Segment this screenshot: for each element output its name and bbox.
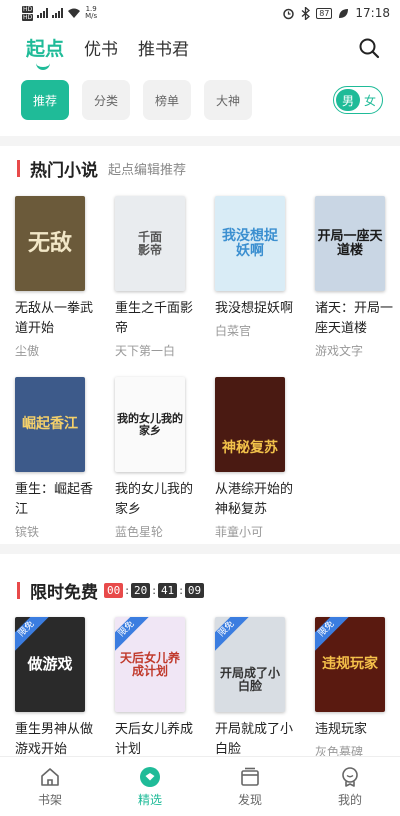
book-author: 游戏文字: [315, 344, 364, 358]
hot-section-header: 热门小说 起点编辑推荐: [17, 156, 186, 181]
status-bar: HD HD 1.9 M/s 87 17:18: [0, 0, 400, 26]
book-card[interactable]: 崛起香江 重生：崛起香江 镔铁: [15, 377, 93, 540]
book-card[interactable]: 限免 开局成了小白脸 开局就成了小白脸: [215, 617, 293, 760]
nav-label: 发现: [237, 792, 262, 807]
divider: [0, 544, 400, 554]
chip-recommend[interactable]: 推荐: [21, 80, 69, 120]
book-card[interactable]: 开局一座天道楼 诸天：开局一座天道楼 游戏文字: [315, 196, 393, 359]
book-title: 重生：崛起香江: [15, 482, 94, 517]
free-tag: 限免: [315, 617, 350, 653]
book-card[interactable]: 我没想捉妖啊 我没想捉妖啊 白菜官: [215, 196, 293, 339]
gender-male[interactable]: 男: [336, 89, 360, 111]
book-title: 重生男神从做游戏开始: [15, 722, 94, 757]
book-cover: 崛起香江: [15, 377, 85, 472]
bottom-nav: 书架 精选 发现 我的: [0, 756, 400, 816]
divider: [0, 136, 400, 146]
book-card[interactable]: 限免 天后女儿养成计划 天后女儿养成计划: [115, 617, 193, 760]
book-author: 菲童小可: [215, 525, 264, 539]
book-title: 重生之千面影帝: [115, 301, 194, 336]
timer-days: 00: [104, 583, 124, 598]
featured-icon: [140, 766, 160, 787]
book-cover: 神秘复苏: [215, 377, 285, 472]
home-icon: [41, 767, 59, 786]
section-subtitle: 起点编辑推荐: [108, 163, 187, 178]
nav-discover[interactable]: 发现: [200, 757, 300, 816]
gender-toggle[interactable]: 男 女: [333, 86, 383, 114]
bluetooth-icon: [301, 6, 311, 20]
book-author: 天下第一白: [115, 344, 176, 358]
book-cover: 开局一座天道楼: [315, 196, 385, 291]
book-title: 天后女儿养成计划: [115, 722, 194, 757]
profile-icon: [342, 766, 358, 787]
book-cover: 限免 开局成了小白脸: [215, 617, 285, 712]
tab-qidian[interactable]: 起点: [26, 34, 64, 70]
countdown-timer: 00 : 20 : 41 : 09: [104, 583, 205, 598]
book-cover: 限免 天后女儿养成计划: [115, 617, 185, 712]
wifi-icon: [68, 8, 81, 18]
timer-hours: 20: [130, 583, 151, 598]
book-author: 镔铁: [15, 525, 40, 539]
book-cover: 无敌: [15, 196, 85, 291]
book-card[interactable]: 限免 做游戏 重生男神从做游戏开始: [15, 617, 93, 760]
signal-icon: [37, 8, 49, 18]
nav-profile[interactable]: 我的: [300, 757, 400, 816]
chip-category[interactable]: 分类: [82, 80, 130, 120]
book-title: 诸天：开局一座天道楼: [315, 301, 394, 336]
tab-tuishujun[interactable]: 推书君: [138, 35, 189, 60]
book-title: 无敌从一拳武道开始: [15, 301, 94, 336]
search-icon[interactable]: [358, 37, 380, 59]
alarm-icon: [283, 8, 294, 19]
top-tabs: 起点 优书 推书君: [26, 34, 189, 70]
signal-icon-2: [52, 8, 64, 18]
book-cover: 限免 违规玩家: [315, 617, 385, 712]
book-card[interactable]: 我的女儿我的家乡 我的女儿我的家乡 蓝色星轮: [115, 377, 193, 540]
book-cover: 千面影帝: [115, 196, 185, 291]
book-card[interactable]: 千面影帝 重生之千面影帝 天下第一白: [115, 196, 193, 359]
free-tag: 限免: [15, 617, 50, 653]
book-cover: 我的女儿我的家乡: [115, 377, 185, 472]
free-section-header: 限时免费 00 : 20 : 41 : 09: [17, 578, 205, 603]
nav-label: 书架: [37, 792, 62, 807]
tab-youshu[interactable]: 优书: [84, 35, 118, 60]
section-marker: [17, 160, 20, 177]
book-card[interactable]: 神秘复苏 从港综开始的神秘复苏 菲童小可: [215, 377, 293, 540]
nav-label: 我的: [337, 792, 362, 807]
book-title: 从港综开始的神秘复苏: [215, 482, 294, 517]
book-cover: 限免 做游戏: [15, 617, 85, 712]
free-tag: 限免: [215, 617, 250, 653]
book-title: 我的女儿我的家乡: [115, 482, 194, 517]
clock: 17:18: [355, 6, 390, 20]
hd-icon: HD HD: [22, 5, 34, 21]
leaf-icon: [339, 8, 349, 18]
gender-female[interactable]: 女: [360, 92, 380, 109]
book-card[interactable]: 限免 违规玩家 违规玩家 灰色墓碑: [315, 617, 393, 760]
chip-master[interactable]: 大神: [204, 80, 252, 120]
book-card[interactable]: 无敌 无敌从一拳武道开始 尘傲: [15, 196, 93, 359]
book-author: 蓝色星轮: [115, 525, 164, 539]
nav-label: 精选: [137, 792, 162, 807]
book-cover: 我没想捉妖啊: [215, 196, 285, 291]
chip-ranking[interactable]: 榜单: [143, 80, 191, 120]
book-author: 尘傲: [15, 344, 40, 358]
discover-icon: [241, 767, 259, 786]
section-marker: [17, 582, 20, 599]
timer-minutes: 41: [157, 583, 178, 598]
book-author: 白菜官: [215, 324, 252, 338]
book-title: 我没想捉妖啊: [215, 301, 294, 316]
category-chips: 推荐 分类 榜单 大神: [21, 80, 252, 120]
nav-bookshelf[interactable]: 书架: [0, 757, 100, 816]
book-title: 违规玩家: [315, 722, 368, 737]
battery-icon: 87: [316, 7, 333, 19]
book-title: 开局就成了小白脸: [215, 722, 294, 757]
section-title: 热门小说: [30, 161, 98, 181]
free-tag: 限免: [115, 617, 150, 653]
network-speed: 1.9 M/s: [85, 5, 98, 20]
nav-featured[interactable]: 精选: [100, 757, 200, 816]
timer-seconds: 09: [184, 583, 205, 598]
section-title: 限时免费: [30, 583, 98, 603]
